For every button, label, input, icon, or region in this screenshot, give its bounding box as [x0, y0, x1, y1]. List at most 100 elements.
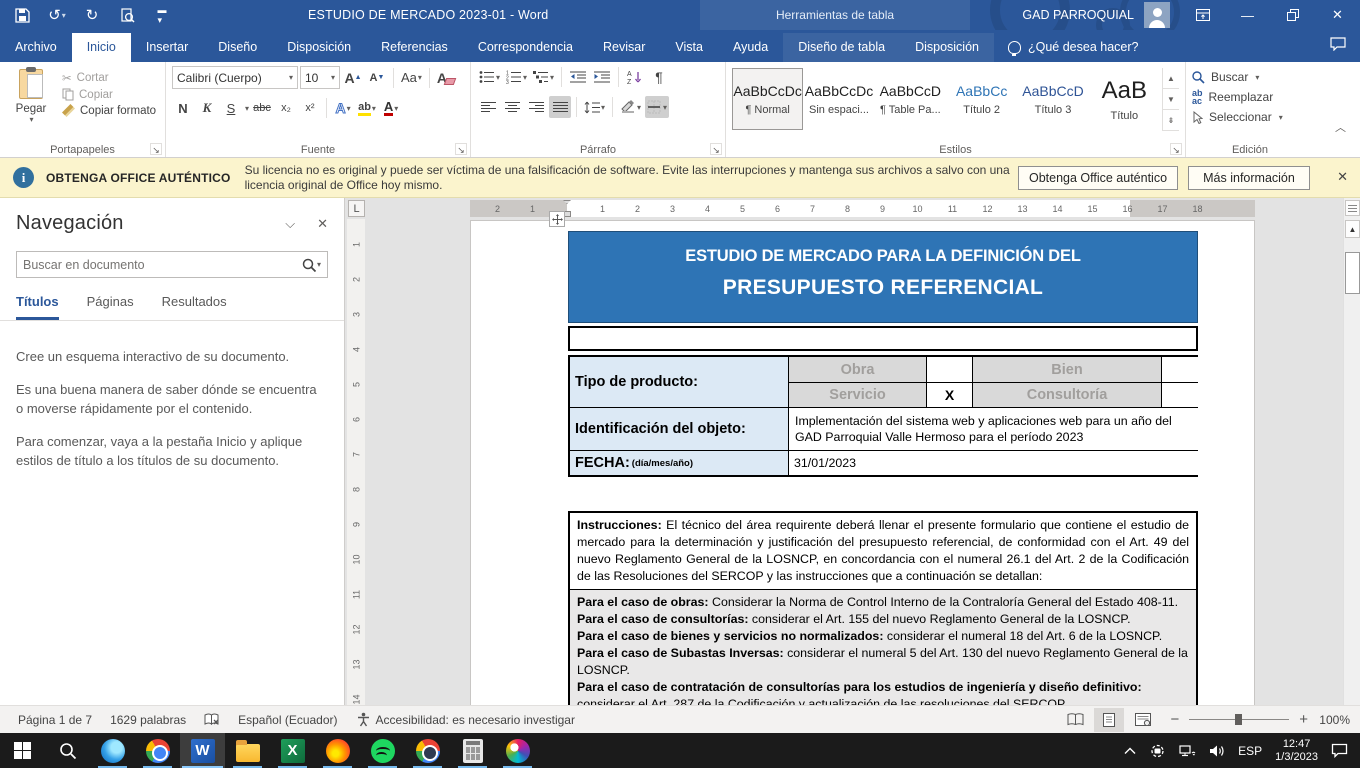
obra-checkbox-cell[interactable] — [927, 357, 972, 382]
paragraph-dialog-launcher[interactable]: ↘ — [710, 143, 722, 155]
tray-language-indicator[interactable]: ESP — [1238, 744, 1262, 758]
format-painter-button[interactable]: Copiar formato — [62, 104, 156, 117]
zoom-out-icon[interactable]: − — [1170, 711, 1179, 728]
close-button[interactable]: ✕ — [1315, 0, 1360, 30]
avatar[interactable] — [1144, 2, 1170, 28]
increase-indent-button[interactable] — [591, 66, 613, 88]
tray-meet-now-icon[interactable] — [1149, 744, 1166, 758]
taskbar-word[interactable]: W — [180, 733, 225, 768]
italic-button[interactable]: K — [196, 97, 218, 119]
nav-tab-titulos[interactable]: Títulos — [16, 294, 59, 320]
nav-search-box[interactable]: ▾ — [16, 251, 328, 278]
tab-insertar[interactable]: Insertar — [131, 33, 203, 62]
tab-diseno-de-tabla[interactable]: Diseño de tabla — [783, 33, 900, 62]
fecha-value[interactable]: 31/01/2023 — [789, 451, 1204, 475]
proofing-icon[interactable] — [204, 713, 220, 727]
taskbar-firefox[interactable] — [315, 733, 360, 768]
font-color-button[interactable]: A▾ — [380, 97, 402, 119]
minimize-button[interactable]: — — [1225, 0, 1270, 30]
tab-archivo[interactable]: Archivo — [0, 33, 72, 62]
bullet-list-button[interactable]: ▾ — [477, 66, 502, 88]
line-spacing-button[interactable]: ▾ — [582, 96, 607, 118]
clipboard-dialog-launcher[interactable]: ↘ — [150, 143, 162, 155]
numbered-list-button[interactable]: 123▾ — [504, 66, 529, 88]
taskbar-edge[interactable] — [90, 733, 135, 768]
tab-disposicion[interactable]: Disposición — [272, 33, 366, 62]
style-table-paragraph[interactable]: AaBbCcD ¶ Table Pa... — [875, 68, 946, 130]
warning-close-icon[interactable]: ✕ — [1337, 169, 1348, 185]
user-name[interactable]: GAD PARROQUIAL — [1022, 8, 1134, 22]
clear-formatting-button[interactable]: A — [435, 67, 457, 89]
tray-volume-icon[interactable] — [1209, 744, 1225, 758]
read-mode-icon[interactable] — [1060, 708, 1090, 732]
style-titulo-3[interactable]: AaBbCcD Título 3 — [1017, 68, 1088, 130]
action-center-icon[interactable] — [1331, 743, 1348, 758]
word-count-indicator[interactable]: 1629 palabras — [110, 713, 186, 727]
consultoria-checkbox-cell[interactable] — [1162, 383, 1204, 407]
style-titulo[interactable]: AaB Título — [1089, 68, 1160, 130]
align-left-button[interactable] — [477, 96, 499, 118]
accessibility-status[interactable]: Accesibilidad: es necesario investigar — [356, 712, 575, 727]
ruler-toggle-icon[interactable] — [1345, 200, 1360, 216]
font-name-combo[interactable]: Calibri (Cuerpo)▾ — [172, 66, 298, 89]
web-layout-icon[interactable] — [1128, 708, 1158, 732]
table-move-handle[interactable] — [549, 211, 565, 227]
sort-button[interactable]: AZ — [624, 66, 646, 88]
bold-button[interactable]: N — [172, 97, 194, 119]
taskbar-calculator[interactable] — [450, 733, 495, 768]
change-case-button[interactable]: Aa▾ — [399, 67, 424, 89]
tab-stop-selector[interactable]: L — [348, 200, 365, 217]
taskbar-chrome[interactable] — [135, 733, 180, 768]
tray-network-icon[interactable] — [1179, 744, 1196, 758]
shading-button[interactable]: ▾ — [618, 96, 643, 118]
tab-revisar[interactable]: Revisar — [588, 33, 660, 62]
styles-dialog-launcher[interactable]: ↘ — [1170, 143, 1182, 155]
tab-diseno[interactable]: Diseño — [203, 33, 272, 62]
servicio-checkbox-cell[interactable]: X — [927, 383, 972, 407]
borders-button[interactable]: ▾ — [645, 96, 669, 118]
styles-scroll-up-icon[interactable]: ▲ — [1163, 68, 1179, 89]
customize-qat-icon[interactable]: ▬▾ — [152, 5, 172, 25]
grow-font-button[interactable]: A▲ — [342, 67, 364, 89]
text-effects-button[interactable]: A▾ — [332, 97, 354, 119]
tab-correspondencia[interactable]: Correspondencia — [463, 33, 588, 62]
search-input[interactable] — [23, 258, 302, 272]
style-sin-espaciado[interactable]: AaBbCcDc Sin espaci... — [803, 68, 874, 130]
styles-scroll-down-icon[interactable]: ▼ — [1163, 89, 1179, 110]
vertical-scrollbar[interactable]: ▲ — [1343, 198, 1360, 705]
zoom-in-icon[interactable]: + — [1299, 711, 1308, 728]
restore-button[interactable] — [1270, 0, 1315, 30]
instructions-cases[interactable]: Para el caso de obras: Considerar la Nor… — [570, 590, 1196, 705]
zoom-level[interactable]: 100% — [1312, 713, 1350, 727]
tab-referencias[interactable]: Referencias — [366, 33, 463, 62]
zoom-slider-thumb[interactable] — [1235, 714, 1242, 725]
shrink-font-button[interactable]: A▼ — [366, 67, 388, 89]
print-preview-icon[interactable] — [117, 5, 137, 25]
nav-pane-options-icon[interactable]: ⌵ — [285, 216, 295, 232]
vertical-ruler[interactable]: 1234567891011121314 — [347, 219, 365, 705]
save-icon[interactable] — [12, 5, 32, 25]
tab-ayuda[interactable]: Ayuda — [718, 33, 783, 62]
font-dialog-launcher[interactable]: ↘ — [455, 143, 467, 155]
taskbar-paint[interactable] — [495, 733, 540, 768]
align-right-button[interactable] — [525, 96, 547, 118]
taskbar-file-explorer[interactable] — [225, 733, 270, 768]
nav-tab-paginas[interactable]: Páginas — [87, 294, 134, 320]
style-titulo-2[interactable]: AaBbCc Título 2 — [946, 68, 1017, 130]
document-canvas[interactable]: L 21123456789101112131415161718 12345678… — [345, 198, 1360, 705]
replace-button[interactable]: abac Reemplazar — [1192, 89, 1308, 105]
tab-vista[interactable]: Vista — [660, 33, 718, 62]
subscript-button[interactable]: x₂ — [275, 97, 297, 119]
taskbar-excel[interactable]: X — [270, 733, 315, 768]
tray-show-hidden-icon[interactable] — [1124, 747, 1136, 755]
styles-gallery-more-icon[interactable]: ⇟ — [1163, 110, 1179, 131]
justify-button[interactable] — [549, 96, 571, 118]
scroll-up-icon[interactable]: ▲ — [1345, 220, 1360, 238]
show-paragraph-marks-button[interactable]: ¶ — [648, 66, 670, 88]
find-button[interactable]: Buscar▾ — [1192, 70, 1308, 84]
ribbon-display-options-icon[interactable] — [1180, 0, 1225, 30]
taskbar-chrome-2[interactable] — [405, 733, 450, 768]
scrollbar-thumb[interactable] — [1345, 252, 1360, 294]
decrease-indent-button[interactable] — [567, 66, 589, 88]
style-normal[interactable]: AaBbCcDc ¶ Normal — [732, 68, 803, 130]
